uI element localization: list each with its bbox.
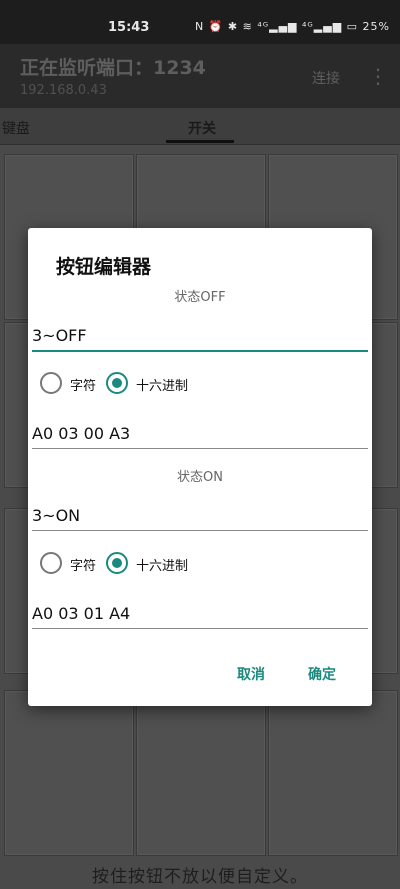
status-time: 15:43 <box>108 20 150 35</box>
status-bar: 15:43 N ⏰ ✱ ≋ ⁴ᴳ▂▄▆ ⁴ᴳ▂▄▆ ▭ 25% <box>0 0 400 44</box>
off-value-input[interactable] <box>32 418 368 449</box>
off-char-radio[interactable] <box>40 372 62 394</box>
more-options-icon[interactable]: ⋮ <box>368 62 388 90</box>
on-hex-radio[interactable] <box>106 552 128 574</box>
dialog-title: 按钮编辑器 <box>56 256 152 278</box>
off-name-input[interactable] <box>32 320 368 352</box>
on-char-radio[interactable] <box>40 552 62 574</box>
switch-button[interactable] <box>136 690 266 856</box>
switch-button[interactable] <box>4 690 134 856</box>
cancel-button[interactable]: 取消 <box>237 664 265 684</box>
tab-indicator <box>166 140 234 143</box>
connect-button[interactable]: 连接 <box>312 68 340 88</box>
switch-button[interactable] <box>268 690 398 856</box>
on-value-input[interactable] <box>32 598 368 629</box>
tab-switch[interactable]: 开关 <box>188 118 216 138</box>
off-hex-radio-label: 十六进制 <box>136 379 189 394</box>
on-name-input[interactable] <box>32 500 368 531</box>
on-hex-radio-label: 十六进制 <box>136 559 189 574</box>
app-title: 正在监听端口：1234 <box>20 57 206 79</box>
state-on-label: 状态ON <box>177 470 223 485</box>
state-off-label: 状态OFF <box>174 290 226 305</box>
tab-bar: 键盘 开关 <box>0 108 400 145</box>
app-subtitle: 192.168.0.43 <box>20 83 107 98</box>
off-char-radio-label: 字符 <box>70 379 97 394</box>
button-editor-dialog: 按钮编辑器 状态OFF 字符 十六进制 状态ON 字符 十六进制 取消 确定 <box>28 228 372 706</box>
off-hex-radio[interactable] <box>106 372 128 394</box>
app-bar: 正在监听端口：1234 192.168.0.43 连接 ⋮ <box>0 44 400 108</box>
confirm-button[interactable]: 确定 <box>308 664 336 684</box>
customize-hint: 按住按钮不放以便自定义。 <box>92 867 308 887</box>
on-char-radio-label: 字符 <box>70 559 97 574</box>
tab-keyboard[interactable]: 键盘 <box>2 118 30 138</box>
status-icons: N ⏰ ✱ ≋ ⁴ᴳ▂▄▆ ⁴ᴳ▂▄▆ ▭ 25% <box>195 20 390 33</box>
